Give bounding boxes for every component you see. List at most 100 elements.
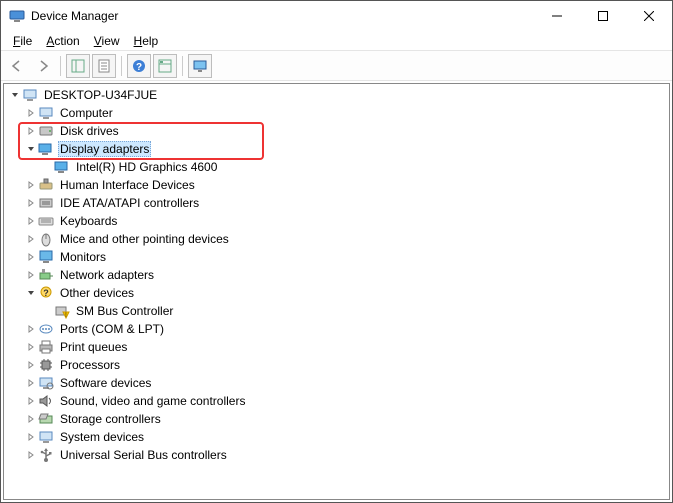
- device-tree[interactable]: DESKTOP-U34FJUE Computer Disk drives Dis…: [3, 83, 670, 500]
- menu-action[interactable]: Action: [40, 32, 85, 50]
- item-label[interactable]: IDE ATA/ATAPI controllers: [58, 195, 201, 211]
- expand-arrow-right-icon[interactable]: [24, 214, 38, 228]
- item-label[interactable]: System devices: [58, 429, 146, 445]
- keyboard-icon: [38, 213, 54, 229]
- item-label[interactable]: Computer: [58, 105, 115, 121]
- tree-item-usb[interactable]: Universal Serial Bus controllers: [4, 446, 669, 464]
- cpu-icon: [38, 357, 54, 373]
- expand-arrow-down-icon[interactable]: [24, 142, 38, 156]
- monitor-button[interactable]: [188, 54, 212, 78]
- item-label[interactable]: Display adapters: [58, 141, 151, 157]
- expand-arrow-right-icon[interactable]: [24, 250, 38, 264]
- show-hide-tree-button[interactable]: [66, 54, 90, 78]
- expand-arrow-right-icon[interactable]: [24, 106, 38, 120]
- toolbar: ?: [1, 51, 672, 81]
- menu-help[interactable]: Help: [128, 32, 165, 50]
- tree-item-ports[interactable]: Ports (COM & LPT): [4, 320, 669, 338]
- storage-icon: [38, 411, 54, 427]
- tree-item-software[interactable]: Software devices: [4, 374, 669, 392]
- software-icon: [38, 375, 54, 391]
- item-label[interactable]: Ports (COM & LPT): [58, 321, 166, 337]
- expand-arrow-right-icon[interactable]: [24, 232, 38, 246]
- tree-item-smbus[interactable]: ! SM Bus Controller: [4, 302, 669, 320]
- item-label[interactable]: Intel(R) HD Graphics 4600: [74, 159, 219, 175]
- display-adapter-icon: [54, 159, 70, 175]
- tree-item-computer[interactable]: Computer: [4, 104, 669, 122]
- toolbar-separator: [60, 56, 61, 76]
- item-label[interactable]: Human Interface Devices: [58, 177, 197, 193]
- expand-arrow-right-icon[interactable]: [24, 340, 38, 354]
- minimize-button[interactable]: [534, 1, 580, 31]
- tree-item-system[interactable]: System devices: [4, 428, 669, 446]
- item-label[interactable]: Monitors: [58, 249, 108, 265]
- svg-text:?: ?: [43, 288, 49, 298]
- item-label[interactable]: Sound, video and game controllers: [58, 393, 247, 409]
- tree-item-print-queues[interactable]: Print queues: [4, 338, 669, 356]
- expand-arrow-right-icon[interactable]: [24, 196, 38, 210]
- item-label[interactable]: Processors: [58, 357, 122, 373]
- item-label[interactable]: Print queues: [58, 339, 129, 355]
- warning-device-icon: !: [54, 303, 70, 319]
- tree-item-hid[interactable]: Human Interface Devices: [4, 176, 669, 194]
- expand-arrow-right-icon[interactable]: [24, 394, 38, 408]
- svg-text:?: ?: [136, 62, 142, 73]
- back-button[interactable]: [5, 54, 29, 78]
- tree-item-network[interactable]: Network adapters: [4, 266, 669, 284]
- scan-hardware-button[interactable]: [153, 54, 177, 78]
- help-button[interactable]: ?: [127, 54, 151, 78]
- toolbar-separator: [121, 56, 122, 76]
- item-label[interactable]: Universal Serial Bus controllers: [58, 447, 229, 463]
- maximize-button[interactable]: [580, 1, 626, 31]
- item-label[interactable]: Other devices: [58, 285, 136, 301]
- menubar: File Action View Help: [1, 31, 672, 51]
- item-label[interactable]: SM Bus Controller: [74, 303, 175, 319]
- tree-item-display-adapters[interactable]: Display adapters: [4, 140, 669, 158]
- speaker-icon: [38, 393, 54, 409]
- tree-item-mice[interactable]: Mice and other pointing devices: [4, 230, 669, 248]
- menu-view[interactable]: View: [88, 32, 126, 50]
- item-label[interactable]: Network adapters: [58, 267, 156, 283]
- tree-item-storage[interactable]: Storage controllers: [4, 410, 669, 428]
- hid-icon: [38, 177, 54, 193]
- item-label[interactable]: Software devices: [58, 375, 153, 391]
- ide-icon: [38, 195, 54, 211]
- toolbar-separator: [182, 56, 183, 76]
- printer-icon: [38, 339, 54, 355]
- expand-arrow-right-icon[interactable]: [24, 412, 38, 426]
- window-buttons: [534, 1, 672, 31]
- network-icon: [38, 267, 54, 283]
- menu-file[interactable]: File: [7, 32, 38, 50]
- forward-button[interactable]: [31, 54, 55, 78]
- item-label[interactable]: Disk drives: [58, 123, 121, 139]
- close-button[interactable]: [626, 1, 672, 31]
- expand-arrow-right-icon[interactable]: [24, 430, 38, 444]
- tree-item-other[interactable]: ? Other devices: [4, 284, 669, 302]
- expand-arrow-right-icon[interactable]: [24, 178, 38, 192]
- expand-arrow-right-icon[interactable]: [24, 322, 38, 336]
- expand-arrow-right-icon[interactable]: [24, 376, 38, 390]
- tree-item-disk-drives[interactable]: Disk drives: [4, 122, 669, 140]
- tree-item-sound[interactable]: Sound, video and game controllers: [4, 392, 669, 410]
- expand-arrow-right-icon[interactable]: [24, 124, 38, 138]
- item-label[interactable]: Storage controllers: [58, 411, 163, 427]
- tree-item-processors[interactable]: Processors: [4, 356, 669, 374]
- properties-button[interactable]: [92, 54, 116, 78]
- tree-item-keyboards[interactable]: Keyboards: [4, 212, 669, 230]
- item-label[interactable]: Keyboards: [58, 213, 119, 229]
- expand-arrow-down-icon[interactable]: [8, 88, 22, 102]
- root-label[interactable]: DESKTOP-U34FJUE: [42, 87, 159, 103]
- expand-arrow-down-icon[interactable]: [24, 286, 38, 300]
- tree-root[interactable]: DESKTOP-U34FJUE: [4, 86, 669, 104]
- expand-arrow-right-icon[interactable]: [24, 268, 38, 282]
- system-icon: [38, 429, 54, 445]
- expand-arrow-right-icon[interactable]: [24, 358, 38, 372]
- window-title: Device Manager: [31, 9, 534, 23]
- titlebar: Device Manager: [1, 1, 672, 31]
- item-label[interactable]: Mice and other pointing devices: [58, 231, 231, 247]
- tree-item-intel-hd[interactable]: Intel(R) HD Graphics 4600: [4, 158, 669, 176]
- tree-item-monitors[interactable]: Monitors: [4, 248, 669, 266]
- app-icon: [9, 8, 25, 24]
- tree-item-ide[interactable]: IDE ATA/ATAPI controllers: [4, 194, 669, 212]
- mouse-icon: [38, 231, 54, 247]
- expand-arrow-right-icon[interactable]: [24, 448, 38, 462]
